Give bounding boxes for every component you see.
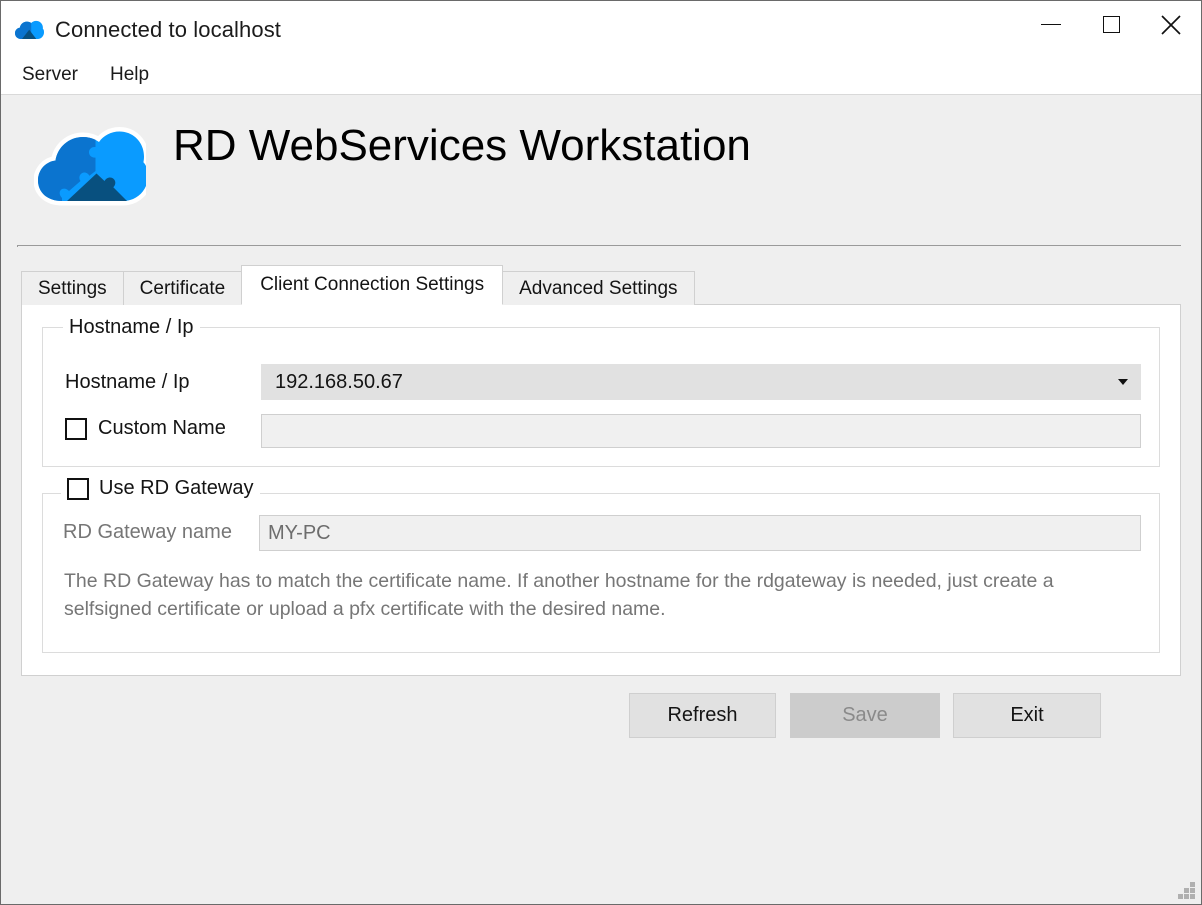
- cloud-puzzle-logo: [33, 119, 153, 209]
- rd-gateway-name-value: MY-PC: [268, 521, 331, 544]
- tab-page-client-connection-settings: Hostname / Ip Hostname / Ip 192.168.50.6…: [21, 304, 1181, 676]
- use-rd-gateway-label: Use RD Gateway: [99, 477, 254, 499]
- minimize-icon[interactable]: [1021, 1, 1081, 48]
- content-area: RD WebServices Workstation Settings Cert…: [1, 95, 1201, 904]
- rd-gateway-name-input[interactable]: MY-PC: [259, 515, 1141, 551]
- refresh-button[interactable]: Refresh: [629, 693, 776, 738]
- menu-item-help[interactable]: Help: [100, 62, 163, 90]
- tab-strip: Settings Certificate Client Connection S…: [21, 265, 695, 305]
- hostname-combobox[interactable]: 192.168.50.67: [261, 364, 1141, 400]
- menu-item-server[interactable]: Server: [12, 62, 92, 90]
- tab-client-connection-settings[interactable]: Client Connection Settings: [241, 265, 504, 305]
- hostname-combobox-value: 192.168.50.67: [275, 370, 403, 393]
- hostname-group-title: Hostname / Ip: [63, 316, 200, 339]
- window-title: Connected to localhost: [55, 16, 282, 42]
- page-title: RD WebServices Workstation: [173, 121, 751, 170]
- application-window: Connected to localhost Server Help RD We…: [0, 0, 1202, 905]
- header-separator: [17, 245, 1181, 247]
- maximize-icon[interactable]: [1081, 1, 1141, 48]
- brand-header: RD WebServices Workstation: [1, 95, 1201, 230]
- exit-button[interactable]: Exit: [953, 693, 1101, 738]
- save-button: Save: [790, 693, 940, 738]
- use-rd-gateway-row[interactable]: Use RD Gateway: [61, 477, 260, 500]
- title-bar: Connected to localhost: [1, 1, 1201, 58]
- resize-grip-icon[interactable]: [1177, 881, 1195, 899]
- rd-gateway-hint: The RD Gateway has to match the certific…: [64, 570, 1054, 620]
- rd-gateway-name-label: RD Gateway name: [63, 521, 232, 543]
- chevron-down-icon: [1118, 379, 1128, 385]
- close-icon[interactable]: [1141, 1, 1201, 48]
- tab-advanced-settings[interactable]: Advanced Settings: [502, 271, 695, 305]
- custom-name-checkbox-row[interactable]: Custom Name: [65, 417, 226, 440]
- tab-certificate[interactable]: Certificate: [122, 271, 243, 305]
- footer-button-bar: Refresh Save Exit: [1, 693, 1201, 753]
- custom-name-input[interactable]: [261, 414, 1141, 448]
- custom-name-label: Custom Name: [98, 417, 226, 439]
- use-rd-gateway-checkbox[interactable]: [67, 477, 89, 500]
- rd-gateway-group-box: Use RD Gateway RD Gateway name MY-PC The…: [42, 477, 1160, 653]
- hostname-label: Hostname / Ip: [65, 371, 190, 393]
- window-controls: [1021, 1, 1201, 48]
- cloud-icon: [14, 18, 44, 42]
- menu-bar: Server Help: [1, 58, 1201, 95]
- custom-name-checkbox[interactable]: [65, 417, 87, 440]
- hostname-group-box: Hostname / Ip Hostname / Ip 192.168.50.6…: [42, 316, 1160, 467]
- tab-settings[interactable]: Settings: [21, 271, 124, 305]
